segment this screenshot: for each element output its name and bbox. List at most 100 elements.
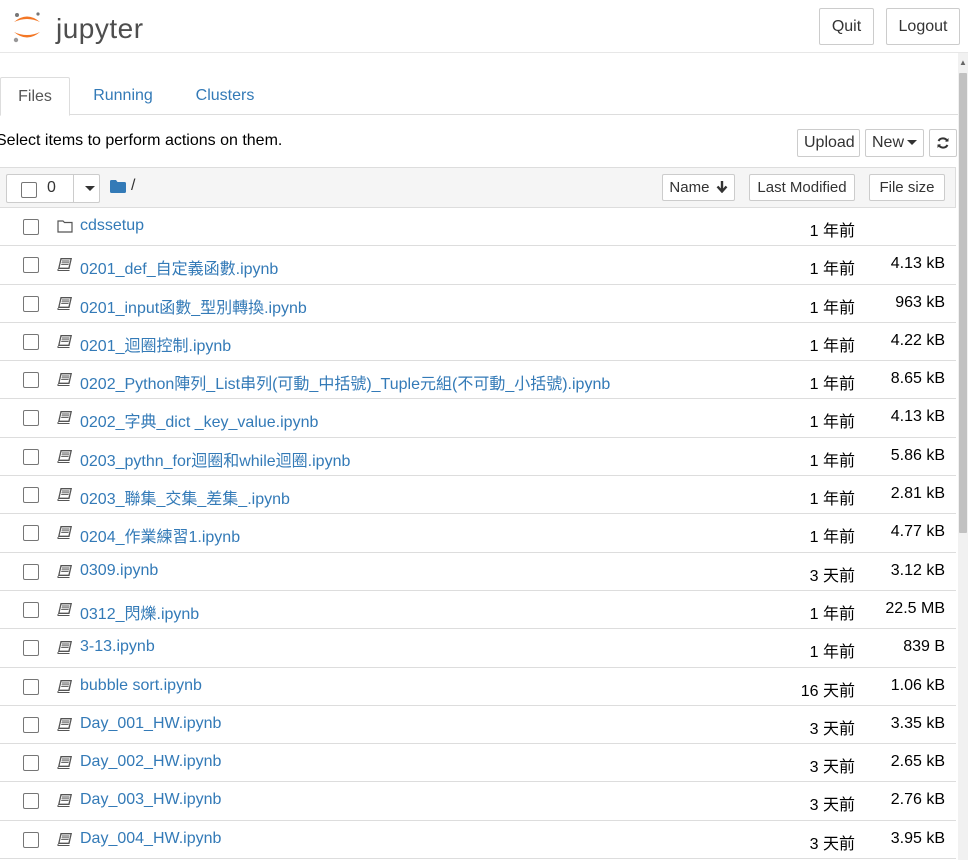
file-name-link[interactable]: cdssetup xyxy=(80,217,144,235)
notebook-icon xyxy=(57,258,72,272)
file-size: 5.86 kB xyxy=(890,446,945,464)
new-dropdown-button[interactable]: New xyxy=(865,129,924,157)
file-name-link[interactable]: Day_002_HW.ipynb xyxy=(80,753,221,771)
scroll-up-arrow-icon[interactable]: ▲ xyxy=(958,59,968,67)
row-checkbox[interactable] xyxy=(23,601,39,618)
file-row[interactable]: cdssetup 1 年前 xyxy=(0,208,956,247)
notebook-icon xyxy=(57,602,72,616)
file-row[interactable]: 0203_pythn_for迴圈和while迴圈.ipynb 1 年前 5.86 k… xyxy=(0,438,956,477)
row-checkbox[interactable] xyxy=(23,716,39,733)
row-checkbox[interactable] xyxy=(23,755,39,772)
file-size: 4.13 kB xyxy=(890,408,945,426)
row-checkbox[interactable] xyxy=(23,831,39,848)
file-name-link[interactable]: 3-13.ipynb xyxy=(80,638,155,656)
breadcrumb[interactable]: / xyxy=(131,177,135,195)
file-name-link[interactable]: Day_004_HW.ipynb xyxy=(80,830,221,848)
notebook-icon xyxy=(57,488,72,502)
logout-button[interactable]: Logout xyxy=(886,8,960,45)
quit-button[interactable]: Quit xyxy=(819,8,874,45)
file-row[interactable]: 0203_聯集_交集_差集_.ipynb 1 年前 2.81 kB xyxy=(0,476,956,515)
file-modified: 3 天前 xyxy=(809,567,855,585)
chevron-down-icon[interactable] xyxy=(85,186,95,191)
sort-by-name-button[interactable]: Name xyxy=(662,174,735,201)
row-checkbox[interactable] xyxy=(23,257,39,274)
file-row[interactable]: Day_004_HW.ipynb 3 天前 3.95 kB xyxy=(0,821,956,860)
row-checkbox[interactable] xyxy=(23,333,39,350)
tab-files[interactable]: Files xyxy=(0,77,70,116)
notebook-icon xyxy=(57,564,72,578)
row-checkbox[interactable] xyxy=(23,525,39,542)
file-row[interactable]: Day_002_HW.ipynb 3 天前 2.65 kB xyxy=(0,744,956,783)
file-name-link[interactable]: bubble sort.ipynb xyxy=(80,677,202,695)
notebook-icon xyxy=(57,411,72,425)
new-label: New xyxy=(872,134,905,151)
select-all-checkbox[interactable] xyxy=(21,182,37,198)
file-name-link[interactable]: 0312_閃爍.ipynb xyxy=(80,600,199,624)
file-name-link[interactable]: 0203_pythn_for迴圈和while迴圈.ipynb xyxy=(80,447,350,471)
top-header: jupyter Quit Logout xyxy=(0,0,968,53)
file-size: 1.06 kB xyxy=(890,676,945,694)
file-row[interactable]: 0201_def_自定義函數.ipynb 1 年前 4.13 kB xyxy=(0,246,956,285)
file-row[interactable]: 0312_閃爍.ipynb 1 年前 22.5 MB xyxy=(0,591,956,630)
notebook-icon xyxy=(57,334,72,348)
notebook-icon xyxy=(57,756,72,770)
tab-running[interactable]: Running xyxy=(78,77,168,115)
file-row[interactable]: 0201_input函數_型別轉換.ipynb 1 年前 963 kB xyxy=(0,285,956,323)
file-name-link[interactable]: 0204_作業練習1.ipynb xyxy=(80,523,240,547)
sort-by-modified-button[interactable]: Last Modified xyxy=(749,174,855,201)
row-checkbox[interactable] xyxy=(23,448,39,465)
file-size: 839 B xyxy=(903,638,945,656)
file-row[interactable]: 0201_迴圈控制.ipynb 1 年前 4.22 kB xyxy=(0,323,956,362)
file-size: 8.65 kB xyxy=(890,370,945,388)
row-checkbox[interactable] xyxy=(23,678,39,695)
file-modified: 1 年前 xyxy=(809,261,855,279)
scrollbar-thumb[interactable] xyxy=(959,73,967,533)
file-modified: 16 天前 xyxy=(800,682,855,700)
row-checkbox[interactable] xyxy=(23,563,39,580)
file-name-link[interactable]: 0203_聯集_交集_差集_.ipynb xyxy=(80,485,290,509)
file-modified: 3 天前 xyxy=(809,835,855,853)
file-name-link[interactable]: 0201_def_自定義函數.ipynb xyxy=(80,255,278,279)
file-name-link[interactable]: 0201_input函數_型別轉換.ipynb xyxy=(80,294,307,318)
select-all-dropdown[interactable]: 0 xyxy=(6,174,100,203)
file-row[interactable]: 0204_作業練習1.ipynb 1 年前 4.77 kB xyxy=(0,514,956,553)
file-size: 3.95 kB xyxy=(890,829,945,847)
file-name-link[interactable]: 0202_字典_dict _key_value.ipynb xyxy=(80,408,318,432)
file-modified: 1 年前 xyxy=(809,529,855,547)
notebook-icon xyxy=(57,832,72,846)
file-row[interactable]: bubble sort.ipynb 16 天前 1.06 kB xyxy=(0,668,956,706)
vertical-scrollbar[interactable]: ▲ xyxy=(958,53,968,860)
refresh-button[interactable] xyxy=(929,129,957,157)
row-checkbox[interactable] xyxy=(23,640,39,657)
row-checkbox[interactable] xyxy=(23,487,39,504)
file-row[interactable]: Day_003_HW.ipynb 3 天前 2.76 kB xyxy=(0,782,956,821)
file-size: 2.81 kB xyxy=(890,485,945,503)
sort-by-size-button[interactable]: File size xyxy=(869,174,945,201)
file-modified: 1 年前 xyxy=(809,452,855,470)
file-row[interactable]: 3-13.ipynb 1 年前 839 B xyxy=(0,629,956,668)
file-name-link[interactable]: 0309.ipynb xyxy=(80,562,158,580)
folder-icon[interactable] xyxy=(110,180,126,193)
jupyter-logo-icon xyxy=(13,12,40,43)
chevron-down-icon xyxy=(907,140,918,146)
tab-clusters[interactable]: Clusters xyxy=(180,77,270,115)
file-size: 3.12 kB xyxy=(890,561,945,579)
file-name-link[interactable]: 0201_迴圈控制.ipynb xyxy=(80,332,231,356)
jupyter-logo[interactable]: jupyter xyxy=(10,9,150,45)
row-checkbox[interactable] xyxy=(23,410,39,427)
file-name-link[interactable]: Day_001_HW.ipynb xyxy=(80,715,221,733)
sort-name-label: Name xyxy=(669,179,710,196)
file-modified: 1 年前 xyxy=(809,223,855,240)
file-row[interactable]: 0202_字典_dict _key_value.ipynb 1 年前 4.13 kB xyxy=(0,399,956,438)
file-name-link[interactable]: Day_003_HW.ipynb xyxy=(80,791,221,809)
file-name-link[interactable]: 0202_Python陣列_List串列(可動_中括號)_Tuple元組(不可動… xyxy=(80,370,610,394)
file-row[interactable]: 0202_Python陣列_List串列(可動_中括號)_Tuple元組(不可動… xyxy=(0,361,956,400)
file-row[interactable]: Day_001_HW.ipynb 3 天前 3.35 kB xyxy=(0,706,956,745)
upload-button[interactable]: Upload xyxy=(797,129,860,157)
arrow-down-icon xyxy=(716,181,727,194)
row-checkbox[interactable] xyxy=(23,219,39,235)
row-checkbox[interactable] xyxy=(23,295,39,312)
row-checkbox[interactable] xyxy=(23,372,39,389)
row-checkbox[interactable] xyxy=(23,793,39,810)
file-row[interactable]: 0309.ipynb 3 天前 3.12 kB xyxy=(0,553,956,591)
